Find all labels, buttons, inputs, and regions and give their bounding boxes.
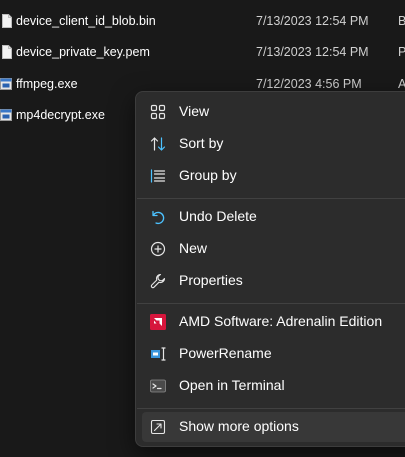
menu-item-label: New xyxy=(179,240,208,256)
powerrename-icon xyxy=(151,347,166,361)
file-date: 7/12/2023 4:56 PM xyxy=(256,77,362,91)
amd-logo-icon xyxy=(150,314,166,330)
menu-item-open-terminal[interactable]: Open in Terminal xyxy=(142,371,405,401)
menu-item-label: PowerRename xyxy=(179,345,272,361)
menu-item-undo-delete[interactable]: Undo Delete xyxy=(142,202,405,232)
menu-item-properties[interactable]: Properties xyxy=(142,266,405,296)
explorer-window: device_client_id_blob.bin 7/13/2023 12:5… xyxy=(0,0,405,457)
file-date: 7/13/2023 12:54 PM xyxy=(256,45,369,59)
menu-item-label: Group by xyxy=(179,167,237,183)
undo-icon xyxy=(152,210,165,225)
file-date: 7/13/2023 12:54 PM xyxy=(256,14,369,28)
menu-separator xyxy=(137,408,405,409)
show-more-options-icon xyxy=(150,419,166,435)
wrench-icon xyxy=(150,273,166,289)
context-menu: View Sort by Group by Undo Delete New Pr… xyxy=(135,91,405,447)
terminal-icon xyxy=(150,379,166,393)
view-grid-icon xyxy=(150,104,166,120)
menu-item-show-more-options[interactable]: Show more options xyxy=(142,412,405,442)
exe-icon xyxy=(0,109,12,121)
file-icon xyxy=(2,14,12,28)
menu-item-powerrename[interactable]: PowerRename xyxy=(142,339,405,369)
menu-item-group-by[interactable]: Group by xyxy=(142,161,405,191)
menu-item-label: Undo Delete xyxy=(179,208,257,224)
menu-item-label: Show more options xyxy=(179,418,299,434)
exe-icon xyxy=(0,78,12,90)
menu-item-label: Sort by xyxy=(179,135,224,151)
new-plus-icon xyxy=(150,241,166,257)
file-type: P xyxy=(398,45,405,59)
menu-item-label: Open in Terminal xyxy=(179,377,285,393)
menu-item-label: View xyxy=(179,103,210,119)
sort-icon xyxy=(150,137,166,151)
menu-separator xyxy=(137,303,405,304)
menu-item-label: AMD Software: Adrenalin Edition xyxy=(179,313,383,329)
file-name: device_client_id_blob.bin xyxy=(16,14,156,28)
file-row[interactable]: device_private_key.pem 7/13/2023 12:54 P… xyxy=(0,39,405,65)
menu-item-amd-software[interactable]: AMD Software: Adrenalin Edition xyxy=(142,307,405,337)
file-type: A xyxy=(398,77,405,91)
file-row[interactable]: device_client_id_blob.bin 7/13/2023 12:5… xyxy=(0,8,405,34)
file-name: ffmpeg.exe xyxy=(16,77,78,91)
file-name: mp4decrypt.exe xyxy=(16,108,105,122)
group-by-icon xyxy=(150,169,166,183)
file-type: B xyxy=(398,14,405,28)
menu-item-new[interactable]: New xyxy=(142,234,405,264)
menu-item-label: Properties xyxy=(179,272,243,288)
file-name: device_private_key.pem xyxy=(16,45,150,59)
menu-item-sort-by[interactable]: Sort by xyxy=(142,129,405,159)
file-icon xyxy=(2,45,12,59)
menu-separator xyxy=(137,198,405,199)
menu-item-view[interactable]: View xyxy=(142,97,405,127)
